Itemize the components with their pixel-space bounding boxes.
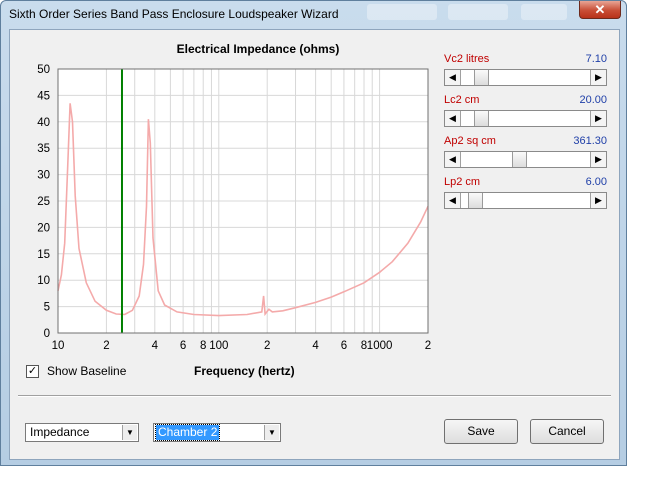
param-value: 361.30 [573,135,607,147]
graph-type-value: Impedance [30,425,90,439]
window-title: Sixth Order Series Band Pass Enclosure L… [9,7,339,21]
lc2-slider[interactable]: ◀ ▶ [444,110,607,127]
titlebar-blur [367,4,437,20]
scroll-right-icon[interactable]: ▶ [590,70,606,85]
scroll-left-icon[interactable]: ◀ [445,111,461,126]
slider-thumb[interactable] [473,111,489,126]
y-tick-label: 35 [37,143,50,155]
save-button[interactable]: Save [444,419,518,444]
show-baseline-checkbox[interactable]: ✓ [26,365,39,378]
x-tick-label: 6 [341,340,347,352]
slider-thumb[interactable] [468,193,484,208]
y-tick-label: 40 [37,117,50,129]
param-label: Ap2 sq cm [444,135,496,147]
y-tick-label: 50 [37,64,50,76]
chart-grid [57,68,429,334]
y-tick-label: 10 [37,275,50,287]
wizard-window: Sixth Order Series Band Pass Enclosure L… [0,0,627,466]
x-tick-label: 1000 [367,340,393,352]
param-label: Lp2 cm [444,176,481,188]
impedance-chart: 05101520253035404550 10 2 4 6 8 100 2 4 6 8 1000 2 [37,64,432,352]
y-tick-label: 0 [44,328,50,340]
chamber-select[interactable]: Chamber 2 ▼ [153,423,281,442]
cancel-button[interactable]: Cancel [530,419,604,444]
chamber-value: Chamber 2 [154,424,221,441]
x-axis-label: Frequency (hertz) [194,364,295,378]
x-tick-label: 100 [209,340,228,352]
scroll-left-icon[interactable]: ◀ [445,152,461,167]
vc2-slider[interactable]: ◀ ▶ [444,69,607,86]
param-value: 20.00 [579,94,607,106]
checkmark-icon: ✓ [27,365,38,377]
y-tick-label: 30 [37,170,50,182]
x-tick-label: 2 [103,340,109,352]
lp2-slider[interactable]: ◀ ▶ [444,192,607,209]
y-tick-label: 20 [37,222,50,234]
scroll-left-icon[interactable]: ◀ [445,70,461,85]
titlebar-blur [448,4,508,20]
param-label: Lc2 cm [444,94,480,106]
slider-thumb[interactable] [512,152,528,167]
titlebar-blur [521,4,567,20]
x-tick-label: 4 [152,340,159,352]
x-tick-label: 10 [52,340,65,352]
param-label: Vc2 litres [444,53,490,65]
param-value: 7.10 [585,53,607,65]
x-tick-label: 2 [264,340,270,352]
scroll-right-icon[interactable]: ▶ [590,193,606,208]
slider-thumb[interactable] [473,70,489,85]
scroll-left-icon[interactable]: ◀ [445,193,461,208]
scroll-right-icon[interactable]: ▶ [590,111,606,126]
x-tick-label: 4 [312,340,319,352]
divider [18,395,611,397]
show-baseline-label[interactable]: Show Baseline [47,364,126,378]
x-tick-label: 6 [180,340,186,352]
x-tick-label: 2 [425,340,431,352]
y-tick-label: 25 [37,196,50,208]
y-tick-label: 5 [44,302,50,314]
dialog-client-area: Electrical Impedance (ohms) 0 5 10 15 20 25 30… [9,29,620,460]
chevron-down-icon[interactable]: ▼ [122,425,137,440]
title-bar[interactable]: Sixth Order Series Band Pass Enclosure L… [1,1,626,27]
chevron-down-icon[interactable]: ▼ [264,425,279,440]
y-tick-label: 45 [37,90,50,102]
graph-type-select[interactable]: Impedance ▼ [25,423,139,442]
param-value: 6.00 [585,176,607,188]
y-axis-ticks: 0 5 10 15 20 25 30 35 40 45 50 [37,64,50,340]
close-icon: ✕ [594,2,606,17]
close-button[interactable]: ✕ [579,1,621,19]
x-tick-label: 8 [200,340,206,352]
scroll-right-icon[interactable]: ▶ [590,152,606,167]
y-tick-label: 15 [37,249,50,261]
x-axis-ticks: 10 2 4 6 8 100 2 4 6 8 1000 2 [52,340,432,352]
ap2-slider[interactable]: ◀ ▶ [444,151,607,168]
